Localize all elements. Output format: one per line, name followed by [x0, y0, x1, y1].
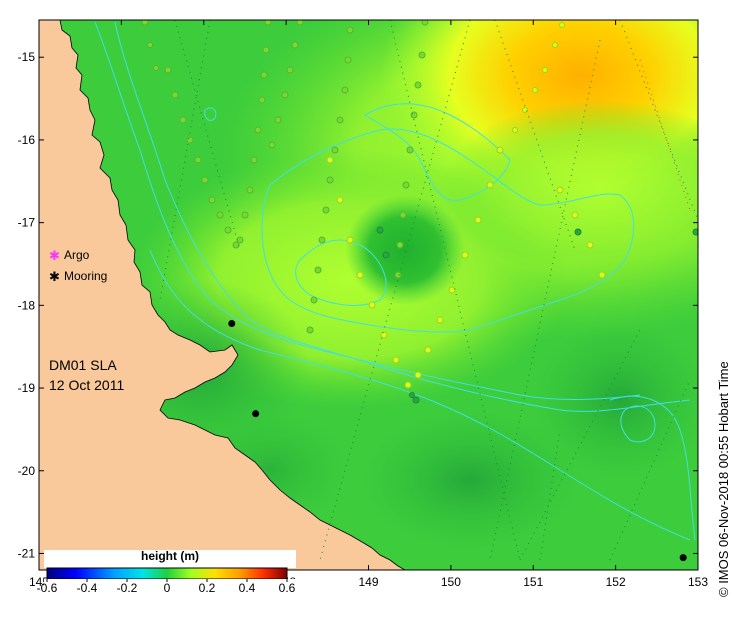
- argo-asterisk-icon: ✱: [49, 248, 60, 263]
- colorbar-tick-label: 0.6: [279, 581, 296, 595]
- colorbar-ramp: [46, 567, 288, 580]
- y-tick-label: -17: [18, 216, 36, 230]
- sla-map: 145146147148149150151152153 -15-16-17-18…: [18, 19, 731, 597]
- x-tick-label: 152: [606, 575, 626, 589]
- colorbar-tick-label: 0: [164, 581, 171, 595]
- colorbar-tick-label: -0.6: [37, 581, 58, 595]
- legend-label-mooring: Mooring: [64, 269, 107, 283]
- dataset-label: DM01 SLA: [49, 357, 117, 373]
- y-tick-label: -20: [18, 464, 36, 478]
- y-tick-label: -19: [18, 381, 36, 395]
- mooring-marker: [252, 410, 260, 418]
- mooring-marker: [679, 554, 687, 562]
- x-tick-label: 153: [688, 575, 708, 589]
- x-tick-label: 150: [441, 575, 461, 589]
- x-tick-label: 149: [358, 575, 378, 589]
- colorbar-tick-label: -0.2: [117, 581, 138, 595]
- y-tick-label: -15: [18, 50, 36, 64]
- mooring-marker: [228, 320, 236, 328]
- y-tick-label: -21: [18, 546, 36, 560]
- colorbar-tick-label: -0.4: [77, 581, 98, 595]
- legend-item-argo: ✱ Argo: [49, 248, 90, 263]
- legend-label-argo: Argo: [64, 248, 90, 262]
- credit-text: © IMOS 06-Nov-2018 00:55 Hobart Time: [716, 361, 731, 597]
- colorbar-tick-label: 0.4: [239, 581, 256, 595]
- date-label: 12 Oct 2011: [49, 377, 124, 393]
- plot-area: [39, 20, 698, 570]
- colorbar-title: height (m): [141, 549, 199, 563]
- mooring-asterisk-icon: ✱: [49, 269, 60, 284]
- colorbar: height (m) -0.6 -0.4 -0.2 0 0.2 0.4 0.6: [37, 549, 296, 595]
- colorbar-tick-label: 0.2: [199, 581, 216, 595]
- y-tick-label: -18: [18, 298, 36, 312]
- legend-item-mooring: ✱ Mooring: [49, 269, 107, 284]
- x-tick-label: 151: [523, 575, 543, 589]
- y-tick-label: -16: [18, 133, 36, 147]
